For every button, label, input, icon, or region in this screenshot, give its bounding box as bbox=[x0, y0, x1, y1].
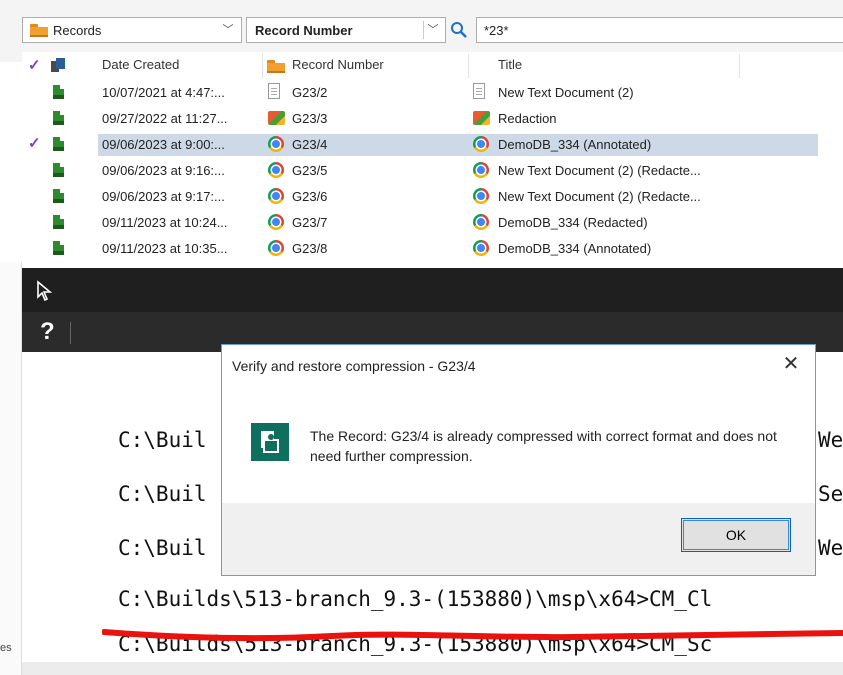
chrome-icon bbox=[473, 136, 489, 152]
dialog-message: The Record: G23/4 is already compressed … bbox=[310, 428, 777, 464]
redaction-image-icon bbox=[268, 111, 285, 125]
table-row[interactable]: 09/11/2023 at 10:35... G23/8 DemoDB_334 (A… bbox=[22, 236, 843, 262]
cell-date-created: 09/06/2023 at 9:16:... bbox=[102, 163, 225, 178]
redaction-image-icon bbox=[473, 111, 490, 125]
chevron-down-icon[interactable]: ﹀ bbox=[423, 21, 442, 39]
console-line-fragment: We bbox=[818, 428, 843, 452]
left-edge-text: es bbox=[0, 642, 12, 654]
chrome-icon bbox=[268, 162, 284, 178]
cell-record-number: G23/7 bbox=[292, 215, 328, 230]
bottom-scrollbar[interactable] bbox=[22, 662, 843, 675]
record-document-icon bbox=[53, 85, 64, 99]
cell-title: DemoDB_334 (Annotated) bbox=[498, 137, 652, 152]
record-document-icon bbox=[53, 163, 64, 177]
folder-icon bbox=[30, 24, 48, 37]
dialog-footer: OK bbox=[222, 503, 815, 575]
text-document-icon bbox=[268, 83, 280, 99]
check-column-icon: ✓ bbox=[28, 57, 41, 74]
cell-date-created: 09/11/2023 at 10:24... bbox=[102, 215, 228, 230]
table-row[interactable]: 09/27/2022 at 11:27... G23/3 Redaction bbox=[22, 106, 843, 132]
content-manager-icon bbox=[251, 423, 289, 461]
cell-title: New Text Document (2) bbox=[498, 85, 634, 100]
search-icon[interactable] bbox=[448, 19, 470, 41]
record-document-icon bbox=[53, 189, 64, 203]
chrome-icon bbox=[268, 188, 284, 204]
record-document-icon bbox=[53, 241, 64, 255]
row-checkmark-icon[interactable]: ✓ bbox=[28, 134, 41, 152]
cell-title: Redaction bbox=[498, 111, 557, 126]
cell-record-number: G23/8 bbox=[292, 241, 328, 256]
record-document-icon bbox=[53, 137, 64, 151]
chrome-icon bbox=[473, 240, 489, 256]
left-window-edge: es bbox=[0, 262, 22, 675]
console-line-fragment: We bbox=[818, 536, 843, 560]
chrome-icon bbox=[268, 240, 284, 256]
cell-title: New Text Document (2) (Redacte... bbox=[498, 189, 701, 204]
column-header-title[interactable]: Title bbox=[498, 57, 522, 72]
cell-title: New Text Document (2) (Redacte... bbox=[498, 163, 701, 178]
column-header-record-number[interactable]: Record Number bbox=[292, 57, 384, 72]
table-row[interactable]: 09/06/2023 at 9:17:... G23/6 New Text Docu… bbox=[22, 184, 843, 210]
folder-icon bbox=[267, 60, 285, 73]
cell-date-created: 09/06/2023 at 9:00:... bbox=[102, 137, 225, 152]
search-field-select[interactable]: Record Number ﹀ bbox=[246, 17, 446, 43]
cell-record-number: G23/6 bbox=[292, 189, 328, 204]
table-row[interactable]: 09/06/2023 at 9:16:... G23/5 New Text Docu… bbox=[22, 158, 843, 184]
search-scope-value: Records bbox=[53, 23, 102, 38]
help-icon[interactable]: ? bbox=[40, 318, 55, 346]
chrome-icon bbox=[268, 214, 284, 230]
console-line: C:\Builds\513-branch_9.3-(153880)\msp\x6… bbox=[118, 587, 713, 611]
cell-record-number: G23/5 bbox=[292, 163, 328, 178]
cell-title: DemoDB_334 (Redacted) bbox=[498, 215, 648, 230]
cell-date-created: 09/06/2023 at 9:17:... bbox=[102, 189, 225, 204]
chrome-icon bbox=[473, 162, 489, 178]
search-input[interactable]: *23* bbox=[476, 17, 843, 43]
table-row[interactable]: 09/11/2023 at 10:24... G23/7 DemoDB_334 (R… bbox=[22, 210, 843, 236]
red-strikethrough-mark bbox=[102, 629, 843, 642]
cursor-arrow-icon bbox=[36, 280, 54, 302]
record-document-icon bbox=[53, 215, 64, 229]
cell-title: DemoDB_334 (Annotated) bbox=[498, 241, 652, 256]
chrome-icon bbox=[473, 188, 489, 204]
record-document-icon bbox=[53, 111, 64, 125]
cell-record-number: G23/3 bbox=[292, 111, 328, 126]
close-icon[interactable]: ✕ bbox=[779, 351, 803, 376]
console-titlebar bbox=[22, 268, 843, 312]
chevron-down-icon[interactable]: ﹀ bbox=[219, 21, 237, 39]
console-line: C:\Buil bbox=[118, 536, 207, 560]
cell-record-number: G23/2 bbox=[292, 85, 328, 100]
search-field-value: Record Number bbox=[255, 23, 353, 38]
text-document-icon bbox=[473, 83, 485, 99]
cell-date-created: 09/27/2022 at 11:27... bbox=[102, 111, 228, 126]
records-grid: ✓ Date Created Record Number Title 10/07… bbox=[22, 52, 843, 262]
search-scope-select[interactable]: Records ﹀ bbox=[22, 17, 242, 43]
column-header-date-created[interactable]: Date Created bbox=[102, 57, 179, 72]
verify-compression-dialog: Verify and restore compression - G23/4 ✕… bbox=[221, 344, 816, 576]
cell-date-created: 10/07/2021 at 4:47:... bbox=[102, 85, 225, 100]
ok-button[interactable]: OK bbox=[681, 518, 791, 552]
cell-date-created: 09/11/2023 at 10:35... bbox=[102, 241, 228, 256]
search-query-text: *23* bbox=[484, 23, 509, 38]
chrome-icon bbox=[473, 214, 489, 230]
chrome-icon bbox=[268, 136, 284, 152]
record-type-column-icon bbox=[50, 57, 66, 73]
console-line-fragment: Se bbox=[818, 482, 843, 506]
table-row[interactable]: ✓ 09/06/2023 at 9:00:... G23/4 DemoDB_334 (… bbox=[22, 132, 843, 158]
cell-record-number: G23/4 bbox=[292, 137, 328, 152]
table-row[interactable]: 10/07/2021 at 4:47:... G23/2 New Text Docu… bbox=[22, 80, 843, 106]
console-line: C:\Buil bbox=[118, 482, 207, 506]
console-line: C:\Buil bbox=[118, 428, 207, 452]
dialog-title: Verify and restore compression - G23/4 bbox=[232, 358, 476, 374]
